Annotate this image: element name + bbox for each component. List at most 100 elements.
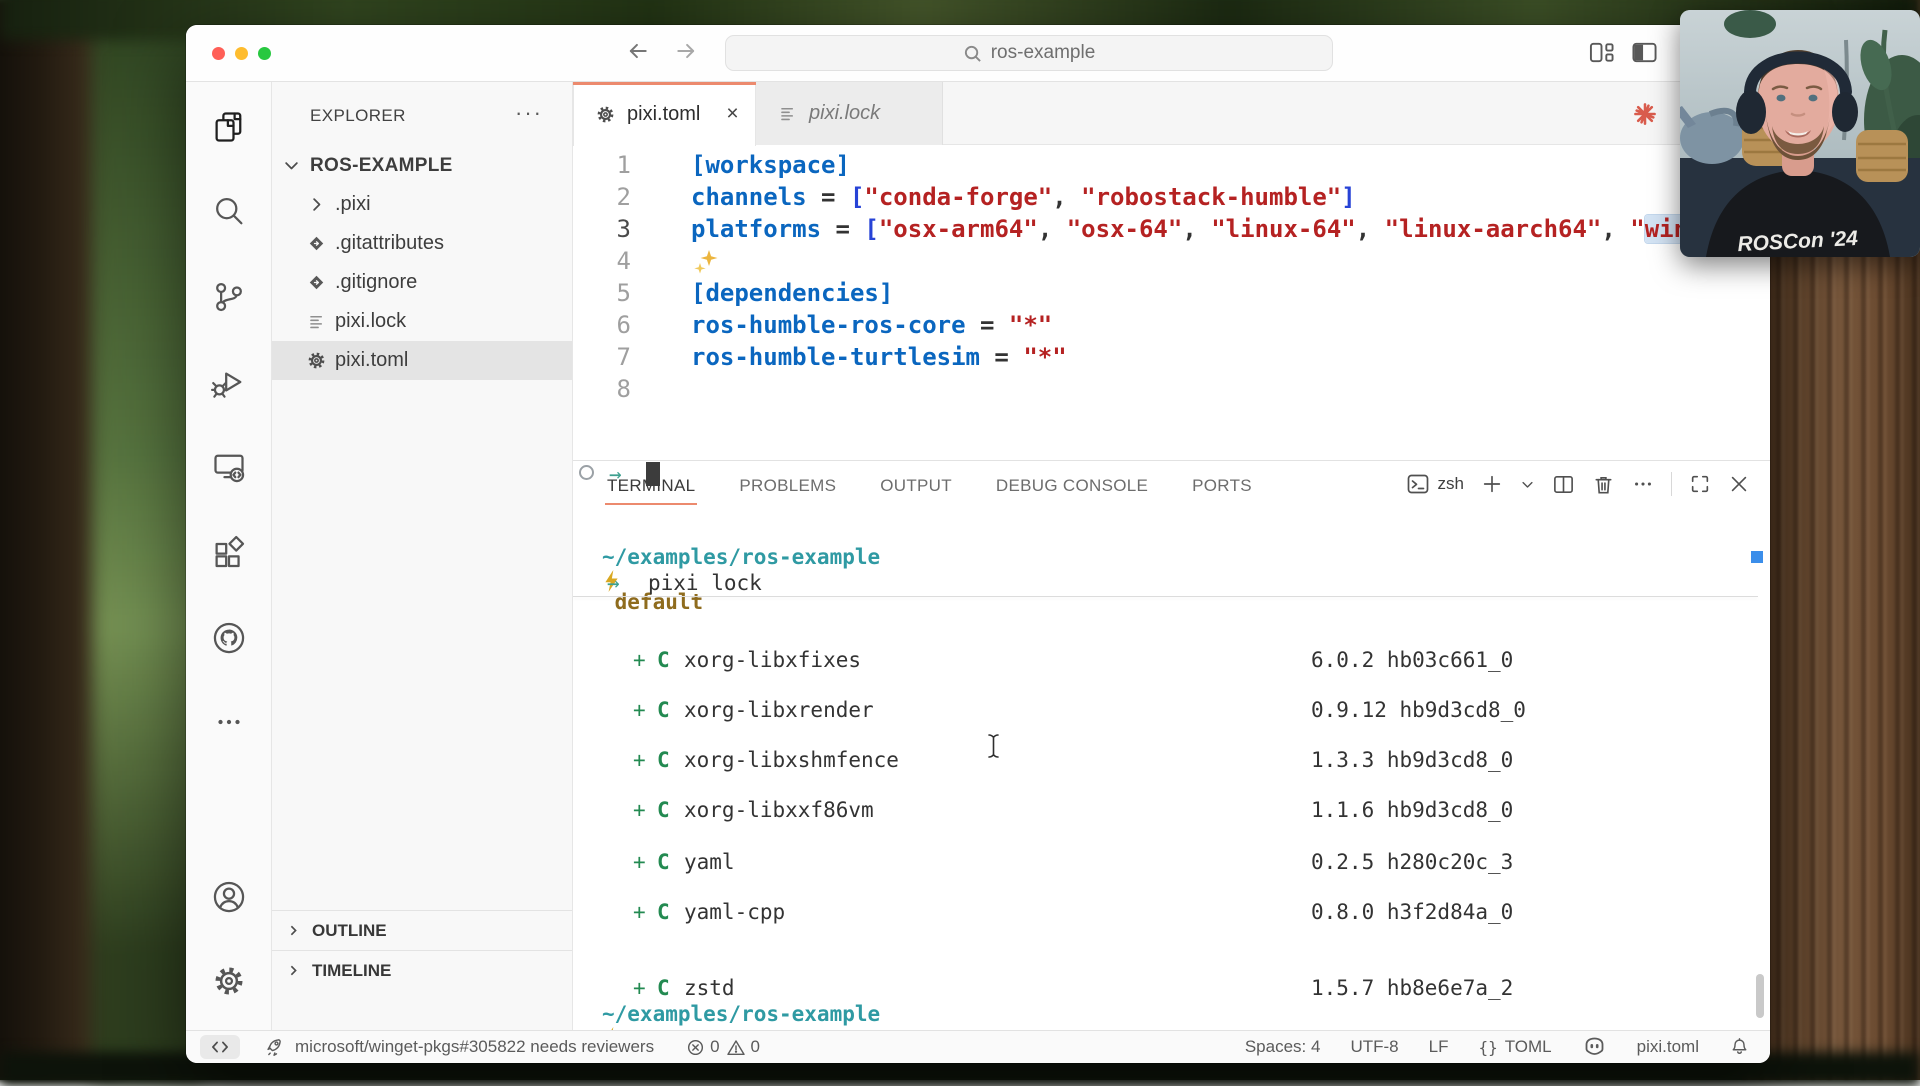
title-bar[interactable]: ros-example	[186, 25, 1770, 82]
code-line-6: 6 ros-humble-ros-core = "*"	[573, 309, 1770, 341]
statusbar-item-utf-8[interactable]: UTF-8	[1350, 1037, 1398, 1057]
copilot-icon	[1582, 1036, 1607, 1058]
more-icon	[212, 705, 246, 739]
activitybar-item-source-control[interactable]	[210, 278, 248, 316]
run-debug-icon	[211, 364, 247, 400]
editor-code-area[interactable]: 1[workspace]2channels = ["conda-forge", …	[573, 145, 1770, 460]
rocket-icon	[266, 1037, 286, 1057]
statusbar-item-pixi-toml[interactable]: pixi.toml	[1637, 1037, 1699, 1057]
line-number: 4	[573, 245, 631, 277]
explorer-item-pixi.toml[interactable]: pixi.toml	[272, 341, 572, 380]
gear-file-icon	[596, 105, 615, 124]
terminal-output[interactable]: ~/examples/ros-example default→pixi lock…	[573, 461, 1770, 1030]
sidebar-section-timeline[interactable]: TIMELINE	[272, 950, 572, 990]
terminal-line: +Czstd1.5.7 hb8e6e7a_2	[573, 975, 1770, 1001]
prompt-path: ~/examples/ros-example	[602, 545, 880, 569]
code-token: ,	[1052, 183, 1081, 211]
list-file-icon	[305, 312, 327, 331]
explorer-item-dot-gitattributes[interactable]: .gitattributes	[272, 224, 572, 263]
pkg-version-hash: 6.0.2 hb03c661_0	[1311, 647, 1513, 673]
terminal-line: ~/examples/ros-example default	[573, 1001, 1770, 1027]
pkg-op: +	[633, 697, 646, 723]
pkg-name: xorg-libxrender	[684, 697, 874, 723]
chevron-right-icon	[305, 195, 327, 214]
activitybar-item-github[interactable]	[210, 619, 248, 657]
close-tab-icon[interactable]: ×	[726, 102, 738, 126]
warning-count: 0	[751, 1037, 760, 1057]
statusbar-item-label: UTF-8	[1350, 1037, 1398, 1057]
activitybar-item-extensions[interactable]	[210, 534, 248, 572]
forward-arrow-icon[interactable]	[674, 40, 698, 62]
pkg-kind: C	[657, 697, 670, 723]
activitybar-item-settings[interactable]	[210, 962, 248, 1000]
pkg-op: +	[633, 797, 646, 823]
zoom-window-button[interactable]	[258, 47, 271, 60]
pkg-kind: C	[657, 797, 670, 823]
activitybar-item-more[interactable]	[210, 703, 248, 741]
activitybar-item-run-debug[interactable]	[210, 363, 248, 401]
activitybar-item-remote-explorer[interactable]	[210, 448, 248, 486]
activitybar-item-search[interactable]	[210, 193, 248, 231]
minimize-window-button[interactable]	[235, 47, 248, 60]
sidebar-section-outline[interactable]: OUTLINE	[272, 910, 572, 950]
search-icon	[211, 194, 247, 230]
tab-pixi.lock[interactable]: pixi.lock	[756, 82, 943, 145]
pkg-kind: C	[657, 975, 670, 1001]
git-file-icon	[305, 273, 327, 292]
explorer-item-label: pixi.toml	[335, 349, 408, 372]
command-decoration-circle	[579, 465, 594, 480]
line-content: channels = ["conda-forge", "robostack-hu…	[691, 181, 1356, 213]
explorer-item-pixi.lock[interactable]: pixi.lock	[272, 302, 572, 341]
prompt-arrow: →	[607, 570, 620, 596]
vscode-window: ros-example EXPLORER ··· ROS-EXAMPLE.pix…	[186, 25, 1770, 1063]
problems-status[interactable]: 0 0	[686, 1037, 760, 1057]
code-token: "osx-64"	[1067, 215, 1183, 243]
tab-label: pixi.lock	[809, 102, 880, 125]
explorer-more-icon[interactable]: ···	[515, 100, 543, 126]
statusbar-item-copilot-icon[interactable]	[1582, 1036, 1607, 1058]
customize-layout-icon[interactable]	[1588, 40, 1615, 65]
explorer-item-ROS-EXAMPLE[interactable]: ROS-EXAMPLE	[272, 146, 572, 185]
pkg-kind: C	[657, 899, 670, 925]
explorer-item-dot-pixi[interactable]: .pixi	[272, 185, 572, 224]
code-token: ,	[1356, 215, 1385, 243]
statusbar-item-spaces-4[interactable]: Spaces: 4	[1245, 1037, 1321, 1057]
code-line-8: 8	[573, 373, 1770, 405]
close-window-button[interactable]	[212, 47, 225, 60]
pkg-version-hash: 0.2.5 h280c20c_3	[1311, 849, 1513, 875]
search-input[interactable]: ros-example	[725, 35, 1333, 71]
explorer-item-dot-gitignore[interactable]: .gitignore	[272, 263, 572, 302]
pkg-version-hash: 0.8.0 h3f2d84a_0	[1311, 899, 1513, 925]
explorer-item-label: ROS-EXAMPLE	[310, 155, 453, 177]
pkg-name: yaml-cpp	[684, 899, 785, 925]
code-line-2: 2channels = ["conda-forge", "robostack-h…	[573, 181, 1770, 213]
terminal-line: + Cyaml-cpp 0.8.0 h3f2d84a_0	[573, 899, 1770, 925]
back-arrow-icon[interactable]	[626, 40, 650, 62]
status-message[interactable]: microsoft/winget-pkgs#305822 needs revie…	[266, 1037, 654, 1057]
code-token: channels	[691, 183, 807, 211]
terminal-panel: TERMINALPROBLEMSOUTPUTDEBUG CONSOLEPORTS…	[573, 460, 1770, 1030]
red-asterisk-icon[interactable]	[1633, 102, 1657, 126]
tab-pixi.toml[interactable]: pixi.toml×	[573, 82, 756, 146]
line-number: 6	[573, 309, 631, 341]
line-content: platforms = ["osx-arm64", "osx-64", "lin…	[691, 213, 1760, 245]
code-token: "conda-forge"	[864, 183, 1052, 211]
line-number: 5	[573, 277, 631, 309]
remote-explorer-icon	[211, 449, 247, 485]
pkg-name: xorg-libxshmfence	[684, 747, 899, 773]
line-number: 1	[573, 149, 631, 181]
statusbar-item-toml[interactable]: {}TOML	[1478, 1037, 1551, 1057]
code-token: "robostack-humble"	[1081, 183, 1341, 211]
toggle-panel-icon[interactable]	[1631, 40, 1658, 65]
code-token: ros-humble-turtlesim	[691, 343, 980, 371]
line-content: ros-humble-ros-core = "*"	[691, 309, 1052, 341]
settings-icon	[211, 963, 247, 999]
traffic-lights	[212, 47, 271, 60]
terminal-cursor	[646, 462, 660, 486]
remote-indicator[interactable]	[200, 1035, 240, 1059]
pkg-op: +	[633, 899, 646, 925]
activitybar-item-explorer[interactable]	[210, 108, 248, 146]
statusbar-item-bell-icon[interactable]	[1729, 1036, 1750, 1058]
statusbar-item-lf[interactable]: LF	[1429, 1037, 1449, 1057]
activitybar-item-account[interactable]	[210, 878, 248, 916]
